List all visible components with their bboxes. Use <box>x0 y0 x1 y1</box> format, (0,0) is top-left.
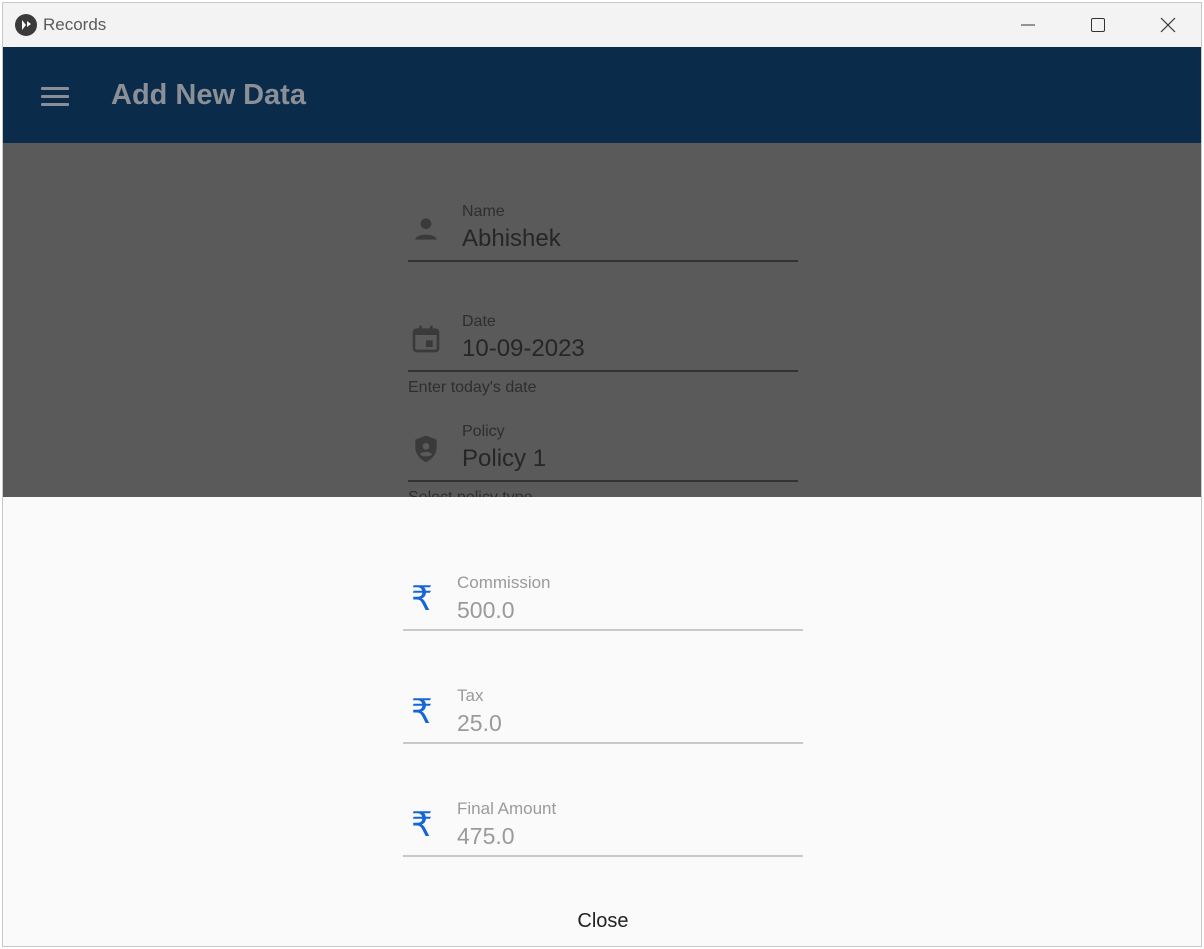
commission-field: ₹ Commission 500.0 <box>403 573 803 643</box>
page-title: Add New Data <box>111 79 306 111</box>
app-logo-icon <box>15 14 37 36</box>
person-icon <box>415 218 437 240</box>
minimize-icon <box>1021 24 1035 26</box>
date-value: 10-09-2023 <box>462 335 585 362</box>
policy-field[interactable]: Policy Policy 1 Select policy type <box>408 419 798 497</box>
shield-icon <box>415 435 437 463</box>
date-field[interactable]: Date 10-09-2023 Enter today's date <box>408 309 798 396</box>
date-label: Date <box>462 313 496 330</box>
close-icon <box>1160 17 1176 33</box>
result-dialog: ₹ Commission 500.0 ₹ Tax 25.0 ₹ Final Am… <box>3 497 1201 946</box>
date-helper-text: Enter today's date <box>408 379 537 396</box>
tax-field: ₹ Tax 25.0 <box>403 686 803 756</box>
final-amount-underline <box>403 855 803 857</box>
maximize-icon <box>1091 18 1105 32</box>
calendar-icon <box>412 325 440 353</box>
name-underline <box>408 260 798 262</box>
rupee-icon: ₹ <box>411 692 433 732</box>
rupee-icon: ₹ <box>411 805 433 845</box>
policy-underline <box>408 480 798 482</box>
name-label: Name <box>462 203 505 220</box>
title-bar: Records <box>3 3 1201 47</box>
rupee-icon: ₹ <box>411 579 433 619</box>
app-window: Records Add New Data Name Abhishek Date … <box>2 2 1202 947</box>
tax-value: 25.0 <box>457 710 502 736</box>
policy-helper-text: Select policy type <box>408 489 533 497</box>
window-title: Records <box>43 15 107 34</box>
name-field[interactable]: Name Abhishek <box>408 199 798 279</box>
final-amount-label: Final Amount <box>457 799 557 818</box>
close-button[interactable]: Close <box>543 901 663 941</box>
minimize-button[interactable] <box>993 3 1063 47</box>
form-content: Name Abhishek Date 10-09-2023 Enter toda… <box>3 143 1201 497</box>
menu-icon[interactable] <box>41 87 69 107</box>
close-window-button[interactable] <box>1133 3 1201 47</box>
name-value: Abhishek <box>462 225 561 252</box>
maximize-button[interactable] <box>1063 3 1133 47</box>
top-app-bar: Add New Data <box>3 47 1201 143</box>
tax-label: Tax <box>457 686 484 705</box>
tax-underline <box>403 742 803 744</box>
commission-label: Commission <box>457 573 551 592</box>
final-amount-field: ₹ Final Amount 475.0 <box>403 799 803 869</box>
policy-value: Policy 1 <box>462 445 547 472</box>
final-amount-value: 475.0 <box>457 823 515 849</box>
commission-value: 500.0 <box>457 597 515 623</box>
commission-underline <box>403 629 803 631</box>
date-underline <box>408 370 798 372</box>
policy-label: Policy <box>462 423 505 440</box>
